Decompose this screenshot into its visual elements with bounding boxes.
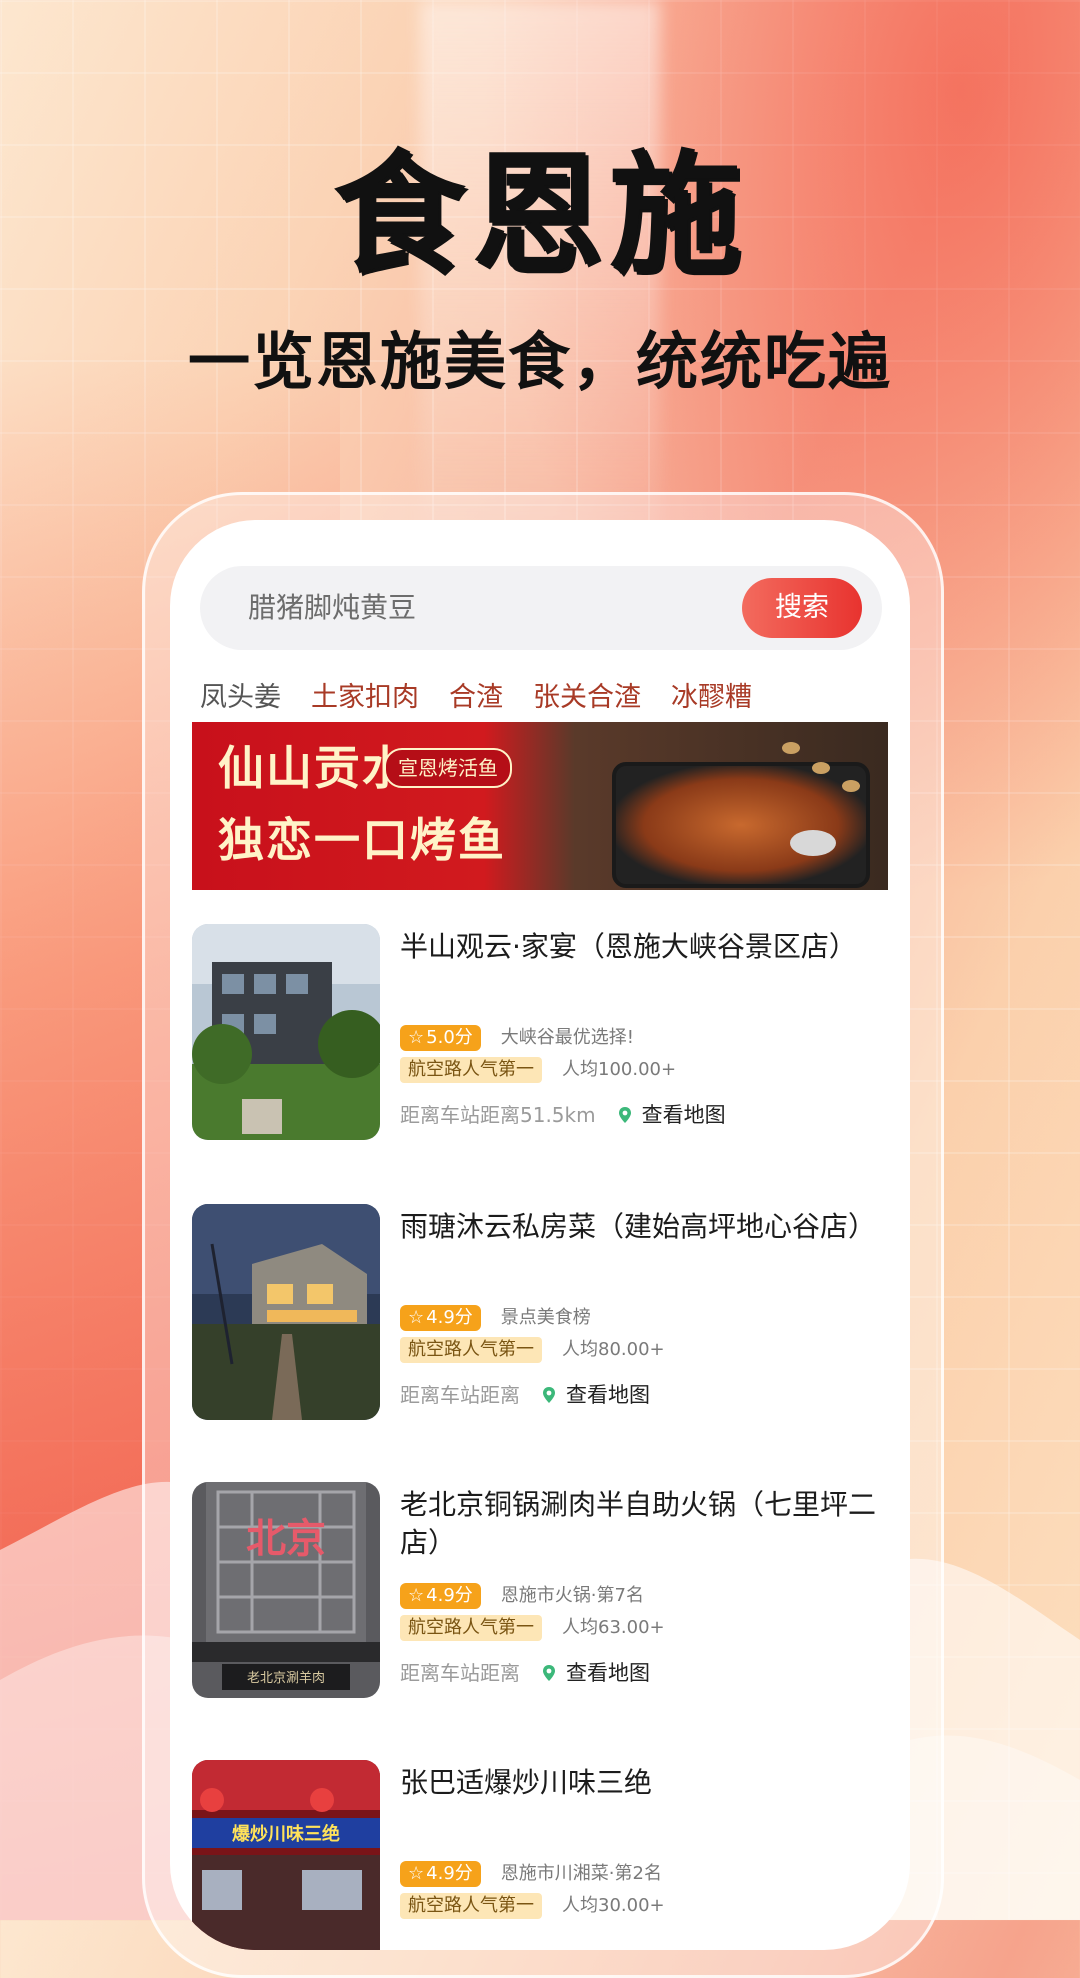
price-per-person: 人均30.00+ — [562, 1895, 665, 1916]
rank-badge: 航空路人气第一 — [400, 1337, 542, 1363]
score-badge: ☆ 4.9分 — [400, 1583, 481, 1609]
price-per-person: 人均100.00+ — [562, 1059, 677, 1080]
restaurant-card[interactable]: 半山观云·家宴（恩施大峡谷景区店） ☆ 5.0分 大峡谷最优选择! 航空路人气第一… — [192, 924, 892, 1140]
rank-row: 航空路人气第一 人均100.00+ — [400, 1056, 676, 1084]
price-per-person: 人均63.00+ — [562, 1617, 665, 1638]
restaurant-note: 恩施市火锅·第7名 — [500, 1585, 644, 1606]
restaurant-name[interactable]: 老北京铜锅涮肉半自助火锅（七里坪二店） — [400, 1486, 890, 1562]
map-pin-icon — [543, 1387, 555, 1403]
score-value: 4.9分 — [426, 1863, 473, 1884]
star-icon: ☆ — [408, 1585, 425, 1606]
map-pin-icon — [618, 1107, 631, 1123]
score-value: 4.9分 — [426, 1585, 473, 1606]
sign-text: 北京 — [246, 1516, 326, 1562]
rank-badge: 航空路人气第一 — [400, 1893, 542, 1919]
banner-headline-2: 独恋一口烤鱼 — [218, 813, 506, 867]
spoon-image — [790, 830, 836, 856]
tag-item[interactable]: 冰醪糟 — [671, 668, 752, 728]
view-map-link[interactable]: 查看地图 — [616, 1100, 726, 1130]
restaurant-photo: 爆炒川味三绝 — [192, 1760, 380, 1950]
view-map-label: 查看地图 — [566, 1661, 650, 1685]
restaurant-card[interactable]: 北京 老北京涮羊肉 老北京铜锅涮肉半自助火锅（七里坪二店） ☆ 4.9分 恩施市火… — [192, 1482, 892, 1698]
rank-row: 航空路人气第一 人均63.00+ — [400, 1614, 665, 1642]
rank-row: 航空路人气第一 人均30.00+ — [400, 1892, 665, 1920]
star-icon: ☆ — [408, 1027, 425, 1048]
distance-row: 距离车站距离 查看地图 — [400, 1380, 650, 1410]
banner-pill: 宣恩烤活鱼 — [384, 748, 512, 788]
score-value: 4.9分 — [426, 1307, 473, 1328]
rating-row: ☆ 4.9分 景点美食榜 — [400, 1304, 591, 1332]
banner-headline: 仙山贡水 — [218, 741, 410, 795]
rank-badge: 航空路人气第一 — [400, 1615, 542, 1641]
tag-item[interactable]: 合渣 — [449, 668, 503, 728]
rank-badge: 航空路人气第一 — [400, 1057, 542, 1083]
restaurant-name[interactable]: 半山观云·家宴（恩施大峡谷景区店） — [400, 928, 890, 966]
restaurant-card[interactable]: 爆炒川味三绝 张巴适爆炒川味三绝 ☆ 4.9分 恩施市川湘菜·第2名 航空路人气第… — [192, 1760, 892, 1950]
distance-text: 距离车站距离 — [400, 1383, 520, 1407]
star-icon: ☆ — [408, 1863, 425, 1884]
restaurant-name[interactable]: 雨瑭沐云私房菜（建始高坪地心谷店） — [400, 1208, 890, 1246]
restaurant-note: 恩施市川湘菜·第2名 — [500, 1863, 662, 1884]
peanut-image — [782, 742, 800, 754]
app-subtitle: 一览恩施美食，统统吃遍 — [187, 325, 892, 398]
score-badge: ☆ 5.0分 — [400, 1025, 481, 1051]
distance-row: 距离车站距离51.5km 查看地图 — [400, 1100, 726, 1130]
restaurant-note: 景点美食榜 — [500, 1307, 591, 1328]
grilled-fish-image — [612, 762, 870, 888]
search-input[interactable]: 腊猪脚炖黄豆 — [248, 566, 416, 650]
distance-row: 距离车站距离 查看地图 — [400, 1658, 650, 1688]
rating-row: ☆ 4.9分 恩施市火锅·第7名 — [400, 1582, 644, 1610]
hot-tags: 凤头姜 土家扣肉 合渣 张关合渣 冰醪糟 — [200, 668, 752, 728]
price-per-person: 人均80.00+ — [562, 1339, 665, 1360]
score-badge: ☆ 4.9分 — [400, 1305, 481, 1331]
restaurant-card[interactable]: 雨瑭沐云私房菜（建始高坪地心谷店） ☆ 4.9分 景点美食榜 航空路人气第一 人均… — [192, 1204, 892, 1420]
promo-banner[interactable]: 仙山贡水 宣恩烤活鱼 独恋一口烤鱼 — [192, 722, 888, 890]
rating-row: ☆ 5.0分 大峡谷最优选择! — [400, 1024, 634, 1052]
star-icon: ☆ — [408, 1307, 425, 1328]
view-map-label: 查看地图 — [641, 1103, 726, 1127]
view-map-label: 查看地图 — [566, 1383, 650, 1407]
map-pin-icon — [543, 1665, 555, 1681]
score-value: 5.0分 — [426, 1027, 473, 1048]
rank-row: 航空路人气第一 人均80.00+ — [400, 1336, 665, 1364]
sign-text: 爆炒川味三绝 — [232, 1823, 340, 1845]
search-bar: 腊猪脚炖黄豆 搜索 — [200, 566, 882, 650]
rating-row: ☆ 4.9分 恩施市川湘菜·第2名 — [400, 1860, 662, 1888]
peanut-image — [842, 780, 860, 792]
restaurant-photo: 北京 老北京涮羊肉 — [192, 1482, 380, 1698]
restaurant-photo — [192, 924, 380, 1140]
restaurant-name[interactable]: 张巴适爆炒川味三绝 — [400, 1764, 890, 1802]
score-badge: ☆ 4.9分 — [400, 1861, 481, 1887]
view-map-link[interactable]: 查看地图 — [540, 1380, 650, 1410]
plaque-text: 老北京涮羊肉 — [247, 1670, 325, 1686]
restaurant-photo — [192, 1204, 380, 1420]
distance-text: 距离车站距离 — [400, 1661, 520, 1685]
phone-screen: 腊猪脚炖黄豆 搜索 凤头姜 土家扣肉 合渣 张关合渣 冰醪糟 仙山贡水 宣恩烤活… — [170, 520, 910, 1950]
restaurant-note: 大峡谷最优选择! — [500, 1027, 634, 1048]
peanut-image — [812, 762, 830, 774]
tag-item[interactable]: 张关合渣 — [533, 668, 641, 728]
search-button[interactable]: 搜索 — [742, 578, 862, 638]
distance-text: 距离车站距离51.5km — [400, 1103, 596, 1127]
app-title: 食恩施 — [333, 138, 747, 292]
tag-item[interactable]: 土家扣肉 — [311, 668, 419, 728]
view-map-link[interactable]: 查看地图 — [540, 1658, 650, 1688]
tag-item[interactable]: 凤头姜 — [200, 668, 281, 728]
